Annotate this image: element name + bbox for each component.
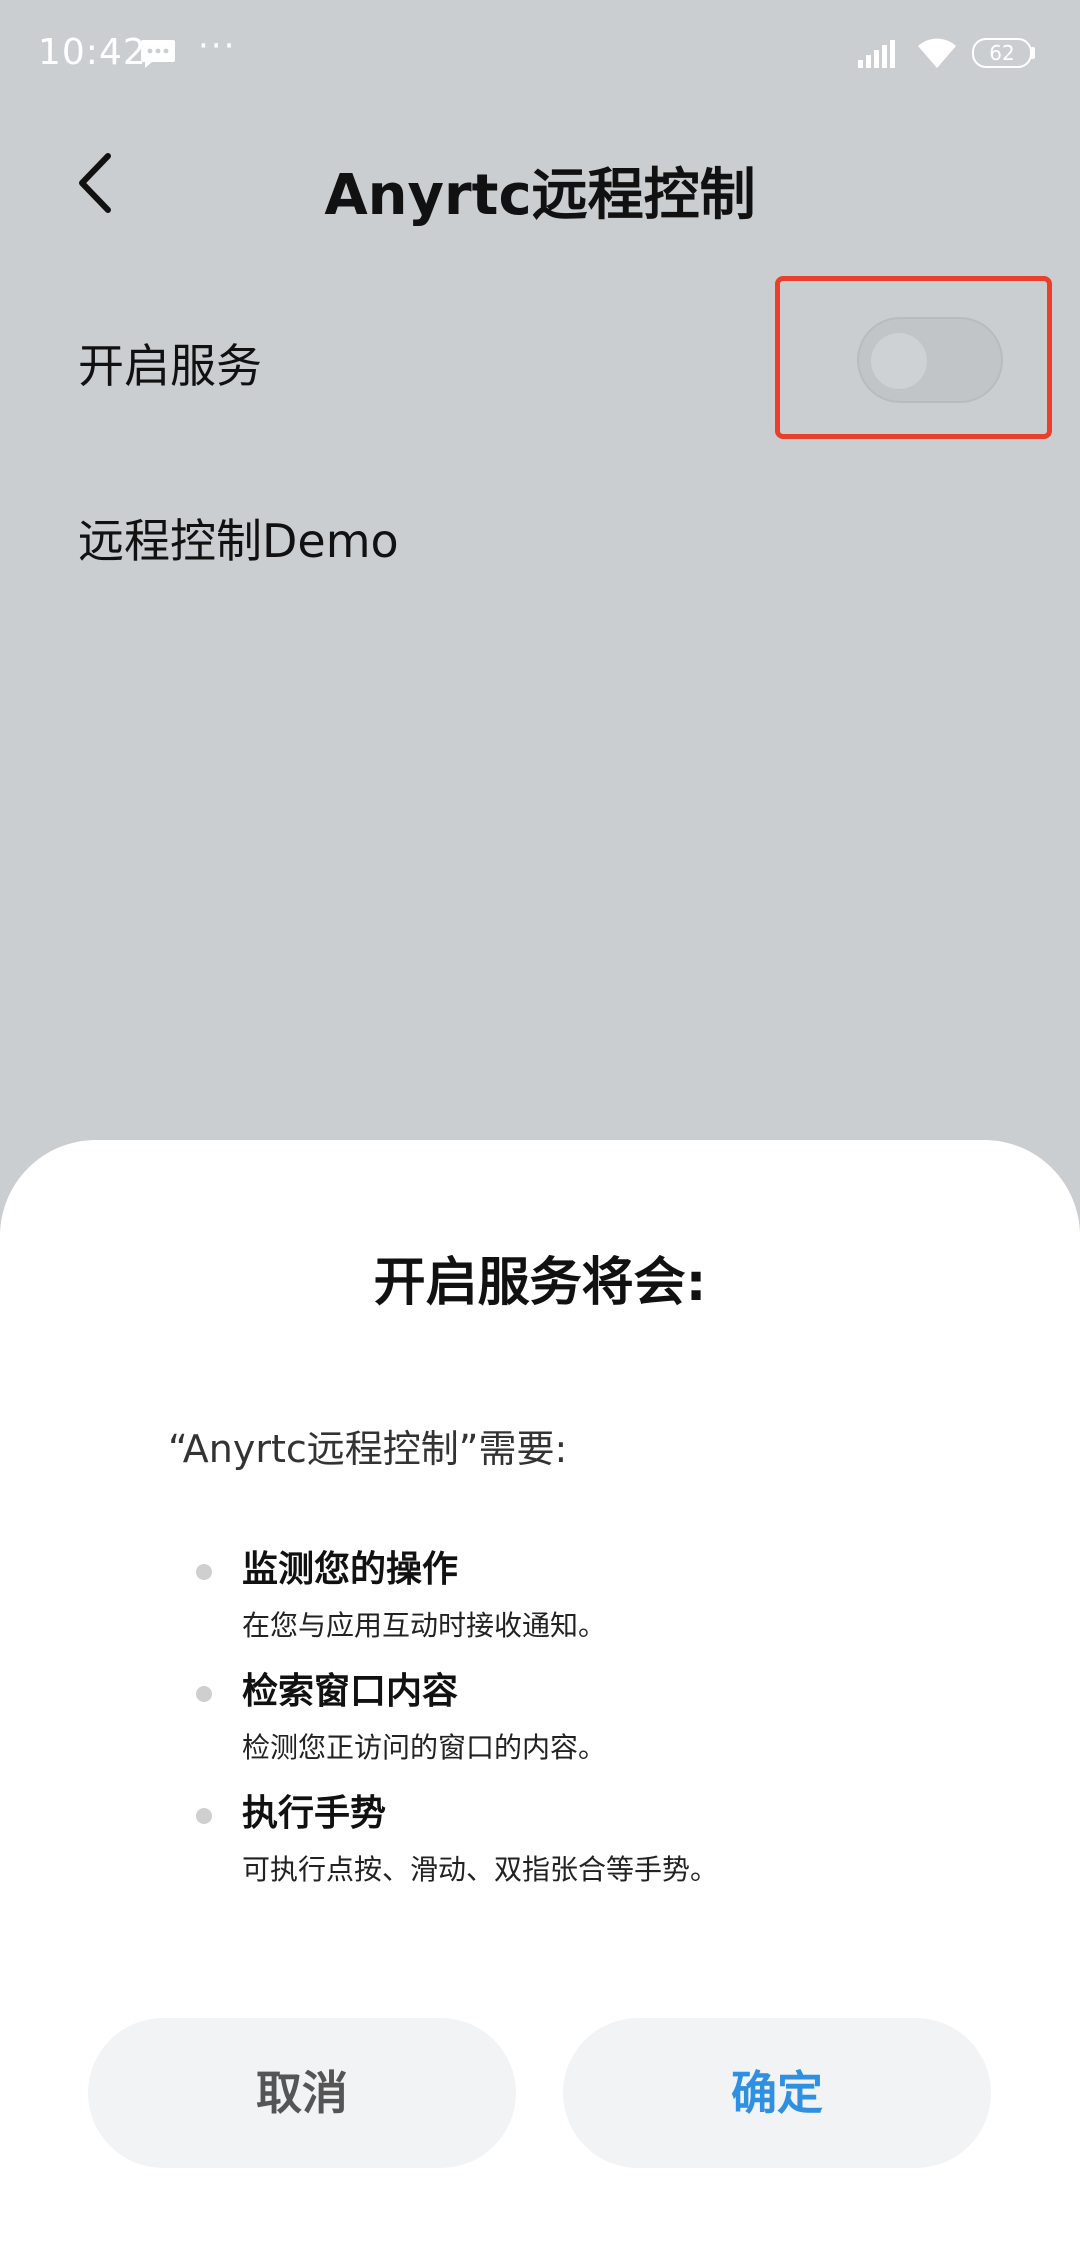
bullet-icon — [196, 1808, 212, 1824]
permission-title: 检索窗口内容 — [242, 1671, 459, 1712]
battery-indicator: 62 — [972, 38, 1036, 68]
page-title: Anyrtc远程控制 — [324, 163, 756, 228]
dialog-title: 开启服务将会: — [373, 1253, 707, 1313]
status-time: 10:42 — [38, 32, 147, 73]
permission-desc: 在您与应用互动时接收通知。 — [242, 1609, 607, 1642]
cancel-button[interactable]: 取消 — [88, 2018, 516, 2168]
bullet-icon — [196, 1564, 212, 1580]
more-notifications-icon: ··· — [198, 26, 237, 66]
permission-title: 监测您的操作 — [242, 1549, 459, 1590]
dialog-intro: “Anyrtc远程控制”需要: — [168, 1427, 568, 1471]
permission-item: 执行手势 可执行点按、滑动、双指张合等手势。 — [196, 1784, 996, 1904]
message-icon — [141, 40, 175, 68]
demo-row-label[interactable]: 远程控制Demo — [78, 505, 399, 571]
permission-desc: 检测您正访问的窗口的内容。 — [242, 1731, 607, 1764]
battery-tip — [1031, 47, 1035, 59]
signal-icon — [858, 40, 895, 68]
permission-item: 监测您的操作 在您与应用互动时接收通知。 — [196, 1540, 996, 1660]
permission-item: 检索窗口内容 检测您正访问的窗口的内容。 — [196, 1662, 996, 1782]
permission-title: 执行手势 — [242, 1793, 387, 1834]
service-row-label: 开启服务 — [78, 339, 262, 393]
status-bar: 10:42 ··· 62 — [0, 0, 1080, 110]
confirm-button[interactable]: 确定 — [563, 2018, 991, 2168]
highlight-box — [775, 276, 1052, 439]
wifi-icon — [918, 38, 956, 68]
permission-dialog: 开启服务将会: “Anyrtc远程控制”需要: 监测您的操作 在您与应用互动时接… — [0, 1140, 1080, 2248]
permission-desc: 可执行点按、滑动、双指张合等手势。 — [242, 1853, 719, 1886]
bullet-icon — [196, 1686, 212, 1702]
battery-level: 62 — [989, 41, 1015, 65]
